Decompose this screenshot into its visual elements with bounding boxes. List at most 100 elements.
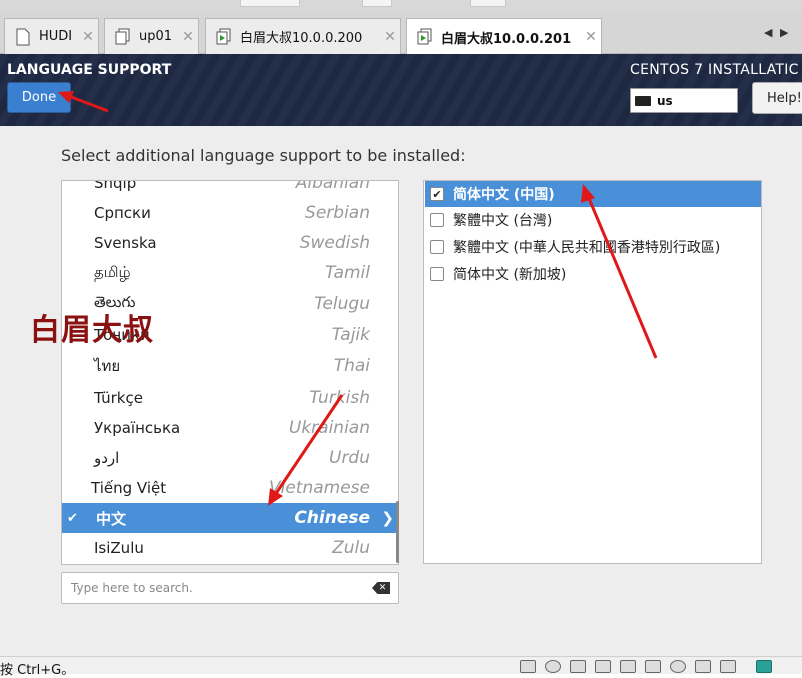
language-english-name: Tamil — [324, 263, 370, 283]
tab-label: HUDI — [39, 29, 73, 44]
locale-list[interactable]: ✔ 简体中文 (中国) 繁體中文 (台灣) 繁體中文 (中華人民共和國香港特別行… — [423, 180, 762, 564]
language-english-name: Albanian — [295, 180, 370, 193]
watermark-text: 白眉大叔 — [30, 313, 154, 348]
installer-header: LANGUAGE SUPPORT Done CENTOS 7 INSTALLAT… — [0, 54, 802, 126]
toolbar-block — [362, 0, 392, 7]
vm-status-icon[interactable] — [756, 660, 772, 673]
language-row[interactable]: Shqip Albanian — [62, 180, 398, 198]
language-native-name: Tiếng Việt — [91, 479, 167, 497]
sound-icon[interactable] — [620, 660, 636, 673]
document-icon — [115, 28, 130, 44]
tab-vm-201[interactable]: 白眉大叔10.0.0.201 ✕ — [406, 18, 602, 55]
status-hint: 按 Ctrl+G。 — [0, 663, 75, 678]
language-english-name: Swedish — [299, 233, 370, 253]
product-title: CENTOS 7 INSTALLATIC — [630, 62, 799, 78]
language-row[interactable]: Tiếng Việt Vietnamese — [62, 473, 398, 503]
tab-close-icon[interactable]: ✕ — [178, 29, 198, 45]
locale-checkbox[interactable] — [430, 240, 444, 254]
tab-scroll-right-icon[interactable]: ▶ — [780, 26, 788, 39]
language-native-name: Svenska — [94, 234, 157, 252]
tab-label: 白眉大叔10.0.0.200 — [240, 31, 363, 46]
floppy-icon[interactable] — [695, 660, 711, 673]
language-row[interactable]: ไทย Thai — [62, 351, 398, 381]
language-native-name: தமிழ் — [94, 263, 131, 281]
language-english-name: Ukrainian — [288, 418, 370, 438]
language-english-name: Tajik — [331, 325, 370, 345]
language-english-name: Turkish — [309, 388, 370, 408]
printer-icon[interactable] — [595, 660, 611, 673]
language-native-name: Српски — [94, 204, 151, 222]
locale-label: 繁體中文 (中華人民共和國香港特別行政區) — [453, 240, 721, 256]
language-row[interactable]: IsiZulu Zulu — [62, 533, 398, 563]
tab-close-icon[interactable]: ✕ — [78, 29, 98, 45]
locale-row[interactable]: 繁體中文 (中華人民共和國香港特別行政區) — [425, 234, 761, 260]
usb-icon[interactable] — [645, 660, 661, 673]
language-row-selected[interactable]: ✔ 中文 Chinese ❯ — [62, 503, 398, 533]
locale-row[interactable]: 繁體中文 (台灣) — [425, 207, 761, 233]
page-title: LANGUAGE SUPPORT — [7, 62, 172, 78]
tab-up01[interactable]: up01 ✕ — [104, 18, 199, 54]
language-english-name: Thai — [333, 356, 370, 376]
tab-label: 白眉大叔10.0.0.201 — [441, 31, 572, 47]
harddisk-icon[interactable] — [520, 660, 536, 673]
shared-folder-icon[interactable] — [720, 660, 736, 673]
tab-hudi[interactable]: HUDI ✕ — [4, 18, 99, 54]
done-button[interactable]: Done — [7, 82, 71, 113]
tab-label: up01 — [139, 29, 173, 44]
network-icon[interactable] — [570, 660, 586, 673]
language-support-panel: Select additional language support to be… — [0, 126, 802, 656]
language-english-name: Vietnamese — [268, 478, 370, 498]
language-row[interactable]: தமிழ் Tamil — [62, 258, 398, 288]
window-top-strip — [0, 0, 802, 12]
keyboard-layout-indicator[interactable]: us — [630, 88, 738, 113]
language-native-name: ไทย — [94, 357, 121, 375]
checkmark-icon: ✔ — [67, 510, 78, 526]
locale-label: 繁體中文 (台灣) — [453, 213, 553, 229]
tab-vm-200[interactable]: 白眉大叔10.0.0.200 ✕ — [205, 18, 401, 54]
locale-checkbox[interactable] — [430, 213, 444, 227]
vm-tab-bar: HUDI ✕ up01 ✕ 白眉大叔10.0.0.200 ✕ 白眉大叔10.0.… — [0, 12, 802, 55]
help-button[interactable]: Help! — [752, 82, 802, 114]
cdrom-icon[interactable] — [545, 660, 561, 673]
language-english-name: Telugu — [314, 294, 370, 314]
language-row[interactable]: Српски Serbian — [62, 198, 398, 228]
language-english-name: Chinese — [294, 508, 370, 528]
clear-search-icon[interactable]: ✕ — [372, 582, 390, 594]
toolbar-block — [470, 0, 506, 7]
locale-checkbox[interactable]: ✔ — [430, 187, 444, 201]
vm-play-icon — [216, 28, 231, 44]
locale-checkbox[interactable] — [430, 267, 444, 281]
chevron-right-icon: ❯ — [381, 509, 394, 527]
locale-label: 简体中文 (中国) — [453, 187, 555, 203]
language-native-name: Türkçe — [94, 389, 143, 407]
keyboard-layout-label: us — [657, 93, 673, 108]
language-native-name: 中文 — [96, 509, 127, 528]
language-native-name: Українська — [94, 419, 181, 437]
language-english-name: Zulu — [332, 538, 370, 558]
locale-row-selected[interactable]: ✔ 简体中文 (中国) — [425, 181, 761, 207]
language-row[interactable]: Svenska Swedish — [62, 228, 398, 258]
language-row[interactable]: Українська Ukrainian — [62, 413, 398, 443]
toolbar-block — [240, 0, 300, 7]
tab-scroll-left-icon[interactable]: ◀ — [764, 26, 772, 39]
display-icon[interactable] — [670, 660, 686, 673]
language-english-name: Urdu — [329, 448, 370, 468]
locale-row[interactable]: 简体中文 (新加坡) — [425, 261, 761, 287]
locale-label: 简体中文 (新加坡) — [453, 267, 567, 283]
language-native-name: Shqip — [94, 180, 137, 192]
keyboard-icon — [635, 95, 651, 106]
document-icon — [16, 28, 30, 45]
language-search-field[interactable]: Type here to search. ✕ — [61, 572, 399, 604]
tab-close-icon[interactable]: ✕ — [380, 29, 400, 45]
language-english-name: Serbian — [305, 203, 370, 223]
instruction-text: Select additional language support to be… — [61, 146, 466, 165]
language-list[interactable]: Shqip Albanian Српски Serbian Svenska Sw… — [61, 180, 399, 565]
search-placeholder: Type here to search. — [71, 581, 193, 595]
language-native-name: IsiZulu — [94, 539, 144, 557]
language-row[interactable]: اردو Urdu — [62, 443, 398, 473]
tab-close-icon[interactable]: ✕ — [581, 29, 601, 45]
language-list-scrollbar[interactable] — [396, 501, 399, 563]
language-native-name: اردو — [94, 449, 120, 467]
language-row[interactable]: Türkçe Turkish — [62, 383, 398, 413]
vm-status-bar: 按 Ctrl+G。 — [0, 656, 802, 678]
